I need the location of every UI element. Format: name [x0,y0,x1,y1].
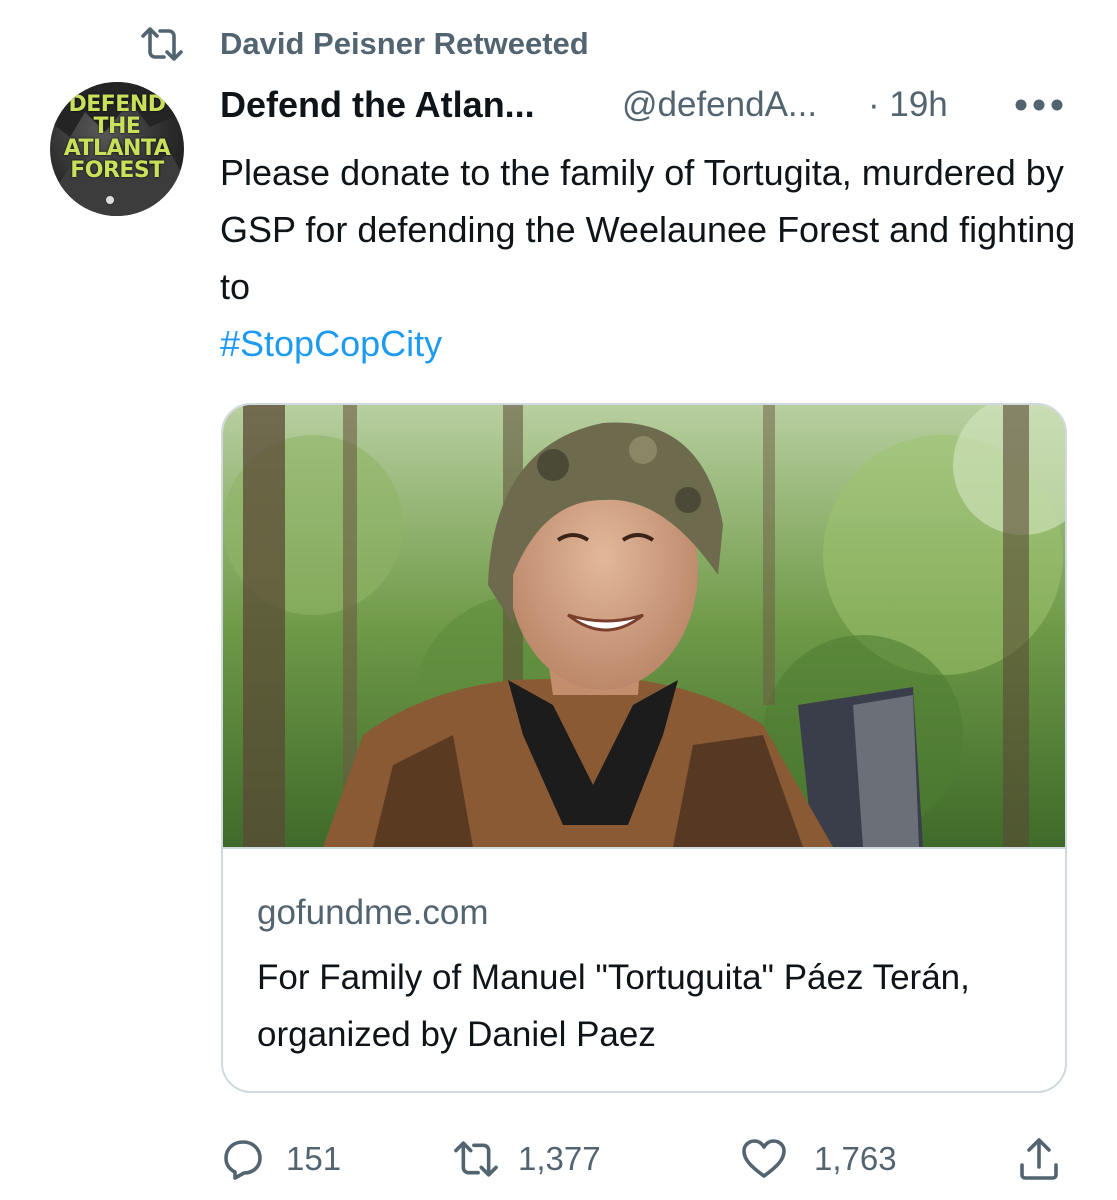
author-display-name[interactable]: Defend the Atlan... [220,84,535,126]
card-image [223,405,1065,847]
card-title: For Family of Manuel "Tortuguita" Páez T… [257,958,970,1054]
share-button[interactable] [1018,1137,1060,1181]
retweet-icon [454,1141,498,1177]
tweet-text: Please donate to the family of Tortugita… [220,144,1080,372]
hashtag-link[interactable]: #StopCopCity [220,323,442,364]
reply-count: 151 [286,1140,342,1177]
avatar[interactable]: DEFEND THE ATLANTA FOREST [50,82,184,216]
tweet-body: Please donate to the family of Tortugita… [220,152,1076,307]
card-domain: gofundme.com [257,893,489,932]
more-options-icon[interactable] [1014,98,1064,112]
like-count: 1,763 [814,1140,897,1177]
tweet-timestamp[interactable]: · 19h [868,85,948,125]
reply-button[interactable]: 151 [222,1137,341,1181]
share-icon [1020,1138,1058,1180]
like-button[interactable]: 1,763 [740,1137,897,1181]
retweet-context: David Peisner Retweeted [140,24,589,68]
avatar-logo-text: DEFEND THE ATLANTA FOREST [63,92,171,183]
retweet-button[interactable]: 1,377 [452,1137,601,1181]
retweet-context-icon [140,26,184,67]
heart-icon [742,1139,786,1178]
retweet-context-label[interactable]: David Peisner Retweeted [220,26,589,62]
author-handle[interactable]: @defendA... [622,85,817,125]
reply-icon [224,1140,262,1180]
tweet-header: Defend the Atlan... @defendA... · 19h [220,84,1080,132]
link-card[interactable]: gofundme.com For Family of Manuel "Tortu… [221,403,1067,1093]
retweet-count: 1,377 [518,1140,601,1177]
card-divider [223,847,1065,849]
